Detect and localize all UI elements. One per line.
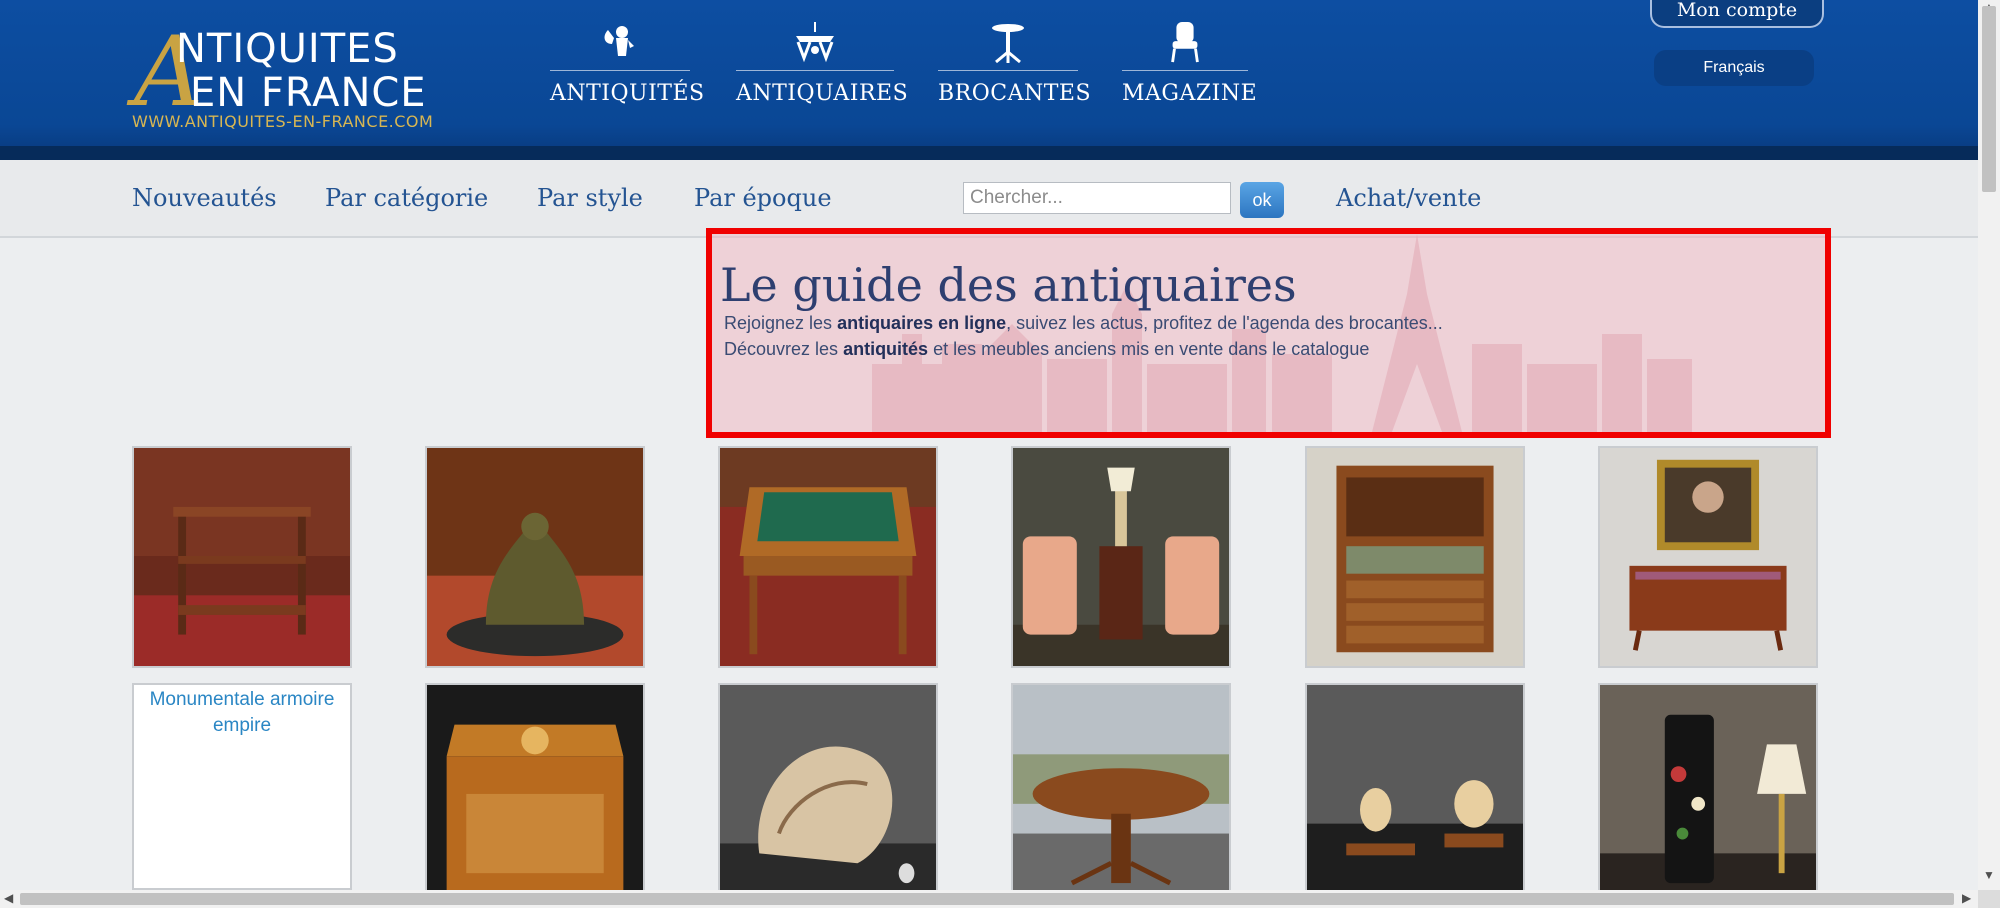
site-logo[interactable]: A NTIQUITES EN FRANCE WWW.ANTIQUITES-EN-… xyxy=(132,24,442,134)
product-tile[interactable] xyxy=(1305,683,1525,890)
vertical-scrollbar[interactable]: ▲ ▼ xyxy=(1978,0,2000,890)
scrollbar-corner xyxy=(1978,890,2000,908)
product-tile[interactable] xyxy=(1305,446,1525,668)
product-image xyxy=(427,685,643,890)
nav-underline xyxy=(1122,70,1248,71)
product-tile[interactable] xyxy=(718,683,938,890)
product-image xyxy=(134,448,350,666)
product-tile[interactable] xyxy=(425,446,645,668)
search-ok-button[interactable]: ok xyxy=(1240,182,1284,218)
nav-magazine[interactable]: MAGAZINE xyxy=(1122,22,1258,112)
nav-antiquites[interactable]: ANTIQUITÉS xyxy=(550,22,705,112)
product-tile[interactable] xyxy=(1598,446,1818,668)
nav-label: BROCANTES xyxy=(938,81,1092,106)
cherub-icon xyxy=(604,26,634,56)
product-image xyxy=(1307,448,1523,666)
nav-underline xyxy=(550,70,690,71)
horizontal-scroll-thumb[interactable] xyxy=(20,893,1954,905)
product-image xyxy=(720,448,936,666)
product-image xyxy=(427,448,643,666)
text-segment: Rejoignez les xyxy=(724,313,838,333)
link-antiquites[interactable]: antiquités xyxy=(843,339,928,359)
product-image xyxy=(720,685,936,890)
logo-url: WWW.ANTIQUITES-EN-FRANCE.COM xyxy=(132,112,434,131)
subnav-par-style[interactable]: Par style xyxy=(537,184,643,212)
product-image xyxy=(1307,685,1523,890)
product-tile[interactable] xyxy=(1011,683,1231,890)
vertical-scroll-thumb[interactable] xyxy=(1982,6,1996,192)
secondary-nav: Nouveautés Par catégorie Par style Par é… xyxy=(0,160,1978,238)
page-title: Le guide des antiquaires xyxy=(720,258,1297,312)
product-tile[interactable] xyxy=(132,446,352,668)
account-button[interactable]: Mon compte xyxy=(1650,0,1824,28)
product-tile[interactable] xyxy=(1598,683,1818,890)
product-image xyxy=(1600,685,1816,890)
subnav-achat-vente[interactable]: Achat/vente xyxy=(1336,184,1481,212)
scroll-right-arrow-icon[interactable]: ▶ xyxy=(1962,891,1971,905)
search-input[interactable] xyxy=(963,182,1231,214)
product-tile[interactable] xyxy=(425,683,645,890)
site-header: A NTIQUITES EN FRANCE WWW.ANTIQUITES-EN-… xyxy=(0,0,1978,160)
language-selector[interactable]: Français xyxy=(1654,50,1814,86)
hero-intro-line-2: Découvrez les antiquités et les meubles … xyxy=(724,339,1369,360)
logo-line-2: EN FRANCE xyxy=(190,70,427,116)
product-image xyxy=(1600,448,1816,666)
nav-underline xyxy=(938,70,1078,71)
hero-intro-line-1: Rejoignez les antiquaires en ligne, suiv… xyxy=(724,313,1443,334)
chandelier-icon xyxy=(796,22,834,63)
product-tile[interactable] xyxy=(718,446,938,668)
broken-image-alt-text: Monumentale armoire empire xyxy=(149,689,335,736)
product-image xyxy=(1013,685,1229,890)
subnav-par-epoque[interactable]: Par époque xyxy=(694,184,832,212)
subnav-nouveautes[interactable]: Nouveautés xyxy=(132,184,277,212)
gueridon-table-icon xyxy=(992,24,1024,64)
nav-label: ANTIQUITÉS xyxy=(550,81,705,106)
nav-antiquaires[interactable]: ANTIQUAIRES xyxy=(736,22,909,112)
hero-banner: Le guide des antiquaires Rejoignez les a… xyxy=(706,228,1831,438)
nav-underline xyxy=(736,70,894,71)
nav-label: ANTIQUAIRES xyxy=(736,81,909,106)
text-segment: et les meubles anciens mis en vente dans… xyxy=(928,339,1370,359)
logo-line-1: NTIQUITES xyxy=(176,26,399,72)
text-segment: Découvrez les xyxy=(724,339,844,359)
product-tile[interactable] xyxy=(1011,446,1231,668)
header-bottom-band xyxy=(0,146,1978,160)
nav-label: MAGAZINE xyxy=(1122,81,1258,106)
text-segment: , suivez les actus, profitez de l'agenda… xyxy=(1006,313,1443,333)
product-image xyxy=(1013,448,1229,666)
scroll-down-arrow-icon[interactable]: ▼ xyxy=(1983,868,1995,882)
scroll-left-arrow-icon[interactable]: ◀ xyxy=(4,891,13,905)
horizontal-scrollbar[interactable]: ◀ ▶ xyxy=(0,890,1978,908)
nav-brocantes[interactable]: BROCANTES xyxy=(938,22,1092,112)
product-tile-broken-image[interactable]: Monumentale armoire empire xyxy=(132,683,352,890)
subnav-par-categorie[interactable]: Par catégorie xyxy=(325,184,488,212)
link-antiquaires-en-ligne[interactable]: antiquaires en ligne xyxy=(837,313,1006,333)
armchair-icon xyxy=(1171,22,1199,63)
